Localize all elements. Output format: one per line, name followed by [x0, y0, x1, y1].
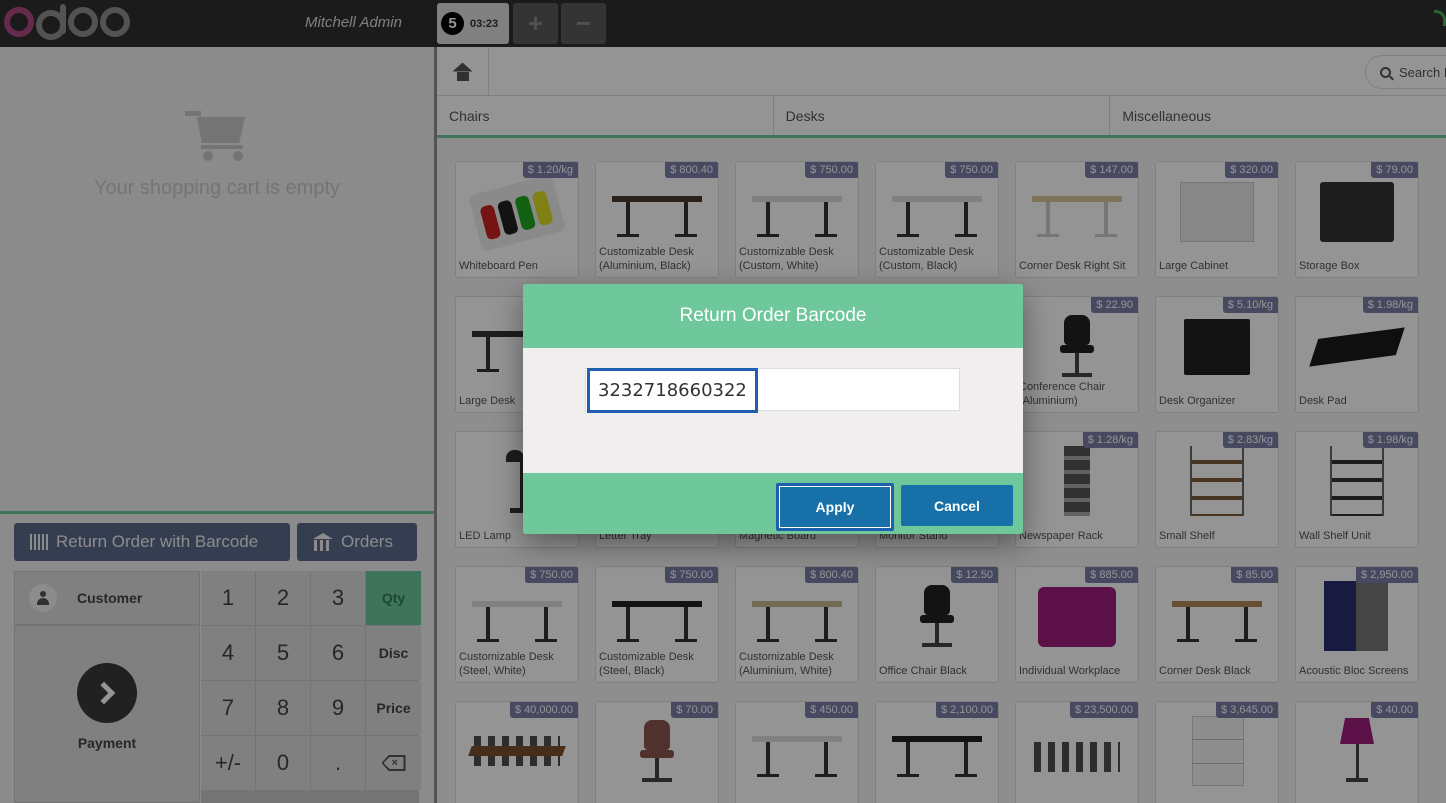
barcode-field: [585, 368, 960, 413]
return-order-barcode-dialog: Return Order Barcode Apply Cancel: [523, 284, 1023, 534]
dialog-body: [523, 348, 1023, 473]
apply-button[interactable]: Apply: [776, 483, 894, 531]
barcode-input[interactable]: [587, 368, 758, 413]
dialog-footer: Apply Cancel: [523, 473, 1023, 534]
cancel-button[interactable]: Cancel: [901, 485, 1013, 526]
dialog-title: Return Order Barcode: [523, 284, 1023, 348]
